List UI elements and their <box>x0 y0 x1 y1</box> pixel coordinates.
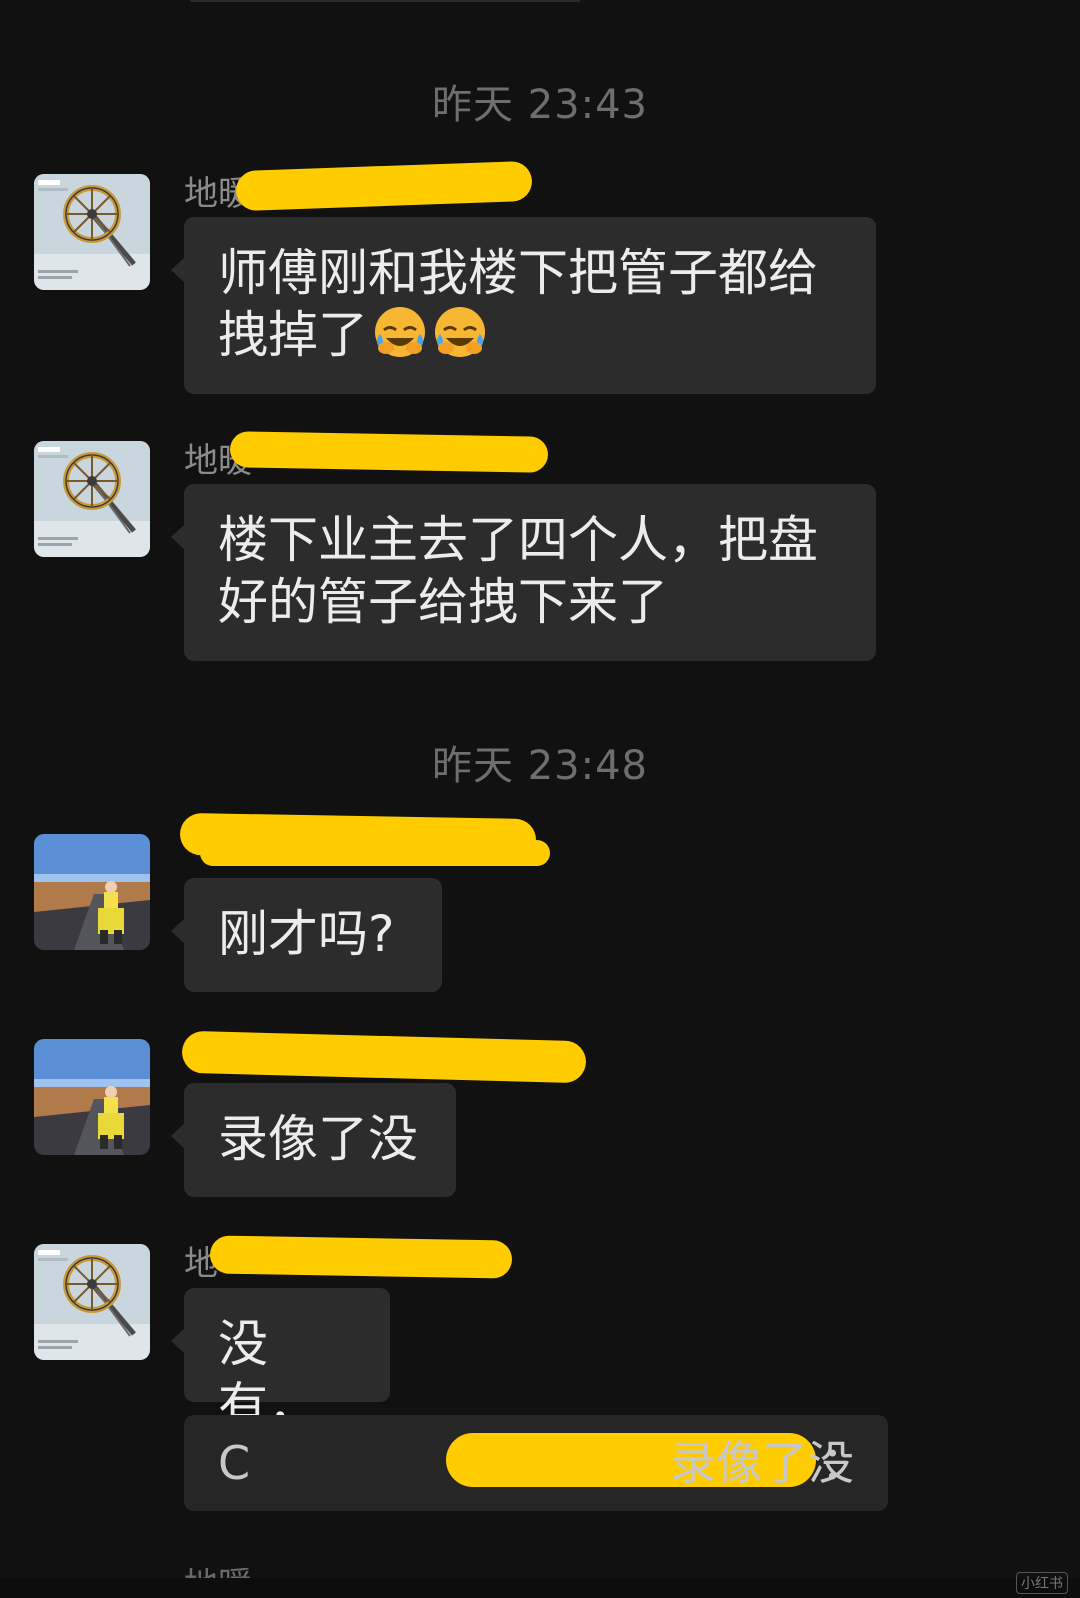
message-bubble[interactable]: 师傅刚和我楼下把管子都给 拽掉了 <box>171 217 876 394</box>
message-text-line: 拽掉了 <box>218 306 368 364</box>
message-text-line: 楼下业主去了四个人，把盘 <box>218 511 818 569</box>
bubble-tail <box>171 1328 185 1354</box>
quote-text: 录像了没 <box>670 1436 854 1490</box>
message-text-line: 刚才吗? <box>218 905 395 963</box>
crying-laughing-emoji-icon <box>372 304 428 360</box>
quoted-reply[interactable]: C ： 录像了没 <box>184 1415 888 1511</box>
avatar-ferris-wheel[interactable] <box>34 1244 150 1360</box>
crying-laughing-emoji-icon <box>432 304 488 360</box>
message-text-line: 师傅刚和我楼下把管子都给 <box>218 244 818 302</box>
bubble-tail <box>171 524 185 550</box>
bubble-tail <box>171 257 185 283</box>
redaction-mark <box>235 160 533 212</box>
bubble-tail <box>171 1123 185 1149</box>
redaction-mark <box>181 1030 587 1084</box>
redaction-mark <box>229 431 549 473</box>
message-bubble[interactable]: 录像了没 <box>171 1083 456 1197</box>
bottom-edge <box>0 1578 1080 1598</box>
redaction-mark <box>200 840 550 866</box>
previous-message-edge <box>190 0 580 2</box>
message-text-line-with-emoji: 拽掉了 <box>218 304 842 366</box>
message-bubble[interactable]: 楼下业主去了四个人，把盘 好的管子给拽下来了 <box>171 484 876 661</box>
timestamp-divider: 昨天 23:43 <box>432 82 648 128</box>
message-bubble[interactable]: 没有， <box>171 1288 390 1435</box>
quote-author: C <box>218 1436 251 1490</box>
watermark: 小红书 <box>1016 1572 1068 1594</box>
chat-view: 昨天 23:43 地暖 师傅刚和我楼下把管子都给 拽掉了 地暖 楼下业主去了四个… <box>0 0 1080 1598</box>
message-bubble[interactable]: 刚才吗? <box>171 878 442 992</box>
avatar-road-photo[interactable] <box>34 834 150 950</box>
avatar-ferris-wheel[interactable] <box>34 174 150 290</box>
avatar-ferris-wheel[interactable] <box>34 441 150 557</box>
message-text-line: 好的管子给拽下来了 <box>218 573 668 631</box>
message-text-line: 录像了没 <box>218 1110 418 1168</box>
redaction-mark <box>209 1235 513 1279</box>
avatar-road-photo[interactable] <box>34 1039 150 1155</box>
bubble-tail <box>171 918 185 944</box>
timestamp-divider: 昨天 23:48 <box>432 743 648 789</box>
